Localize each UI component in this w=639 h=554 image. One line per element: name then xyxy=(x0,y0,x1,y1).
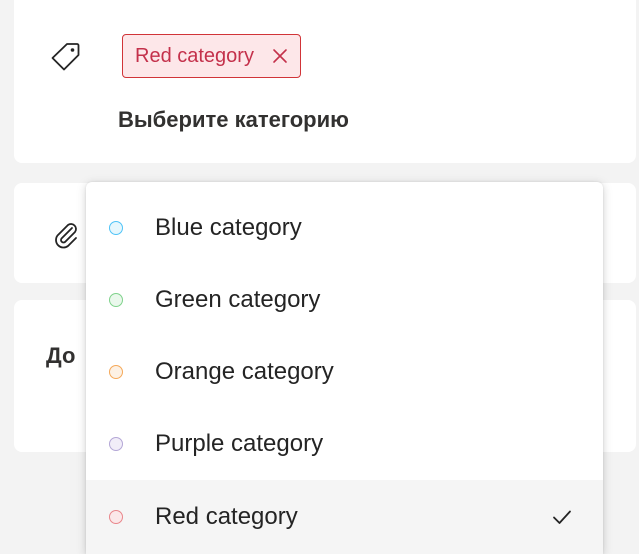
category-option-label: Orange category xyxy=(155,358,334,385)
selected-category-chip[interactable]: Red category xyxy=(122,34,301,78)
category-option-label: Red category xyxy=(155,503,298,530)
close-icon[interactable] xyxy=(272,48,288,64)
tag-icon xyxy=(51,43,80,71)
orange-category-dot-icon xyxy=(109,365,123,379)
category-option-orange[interactable]: Orange category xyxy=(86,336,603,408)
category-option-purple[interactable]: Purple category xyxy=(86,408,603,480)
category-option-label: Blue category xyxy=(155,214,302,241)
category-option-red[interactable]: Red category xyxy=(86,480,603,554)
blue-category-dot-icon xyxy=(109,221,123,235)
category-section: Red category Выберите категорию xyxy=(14,0,636,163)
select-category-prompt[interactable]: Выберите категорию xyxy=(118,107,349,133)
category-option-label: Green category xyxy=(155,286,321,313)
green-category-dot-icon xyxy=(109,293,123,307)
category-option-green[interactable]: Green category xyxy=(86,264,603,336)
paperclip-icon xyxy=(55,223,77,249)
checkmark-icon xyxy=(553,510,571,524)
category-option-blue[interactable]: Blue category xyxy=(86,192,603,264)
category-option-label: Purple category xyxy=(155,430,324,457)
red-category-dot-icon xyxy=(109,510,123,524)
chip-label: Red category xyxy=(135,44,254,67)
purple-category-dot-icon xyxy=(109,437,123,451)
category-dropdown: Blue category Green category Orange cate… xyxy=(86,182,603,554)
more-section-label: До xyxy=(46,343,76,368)
